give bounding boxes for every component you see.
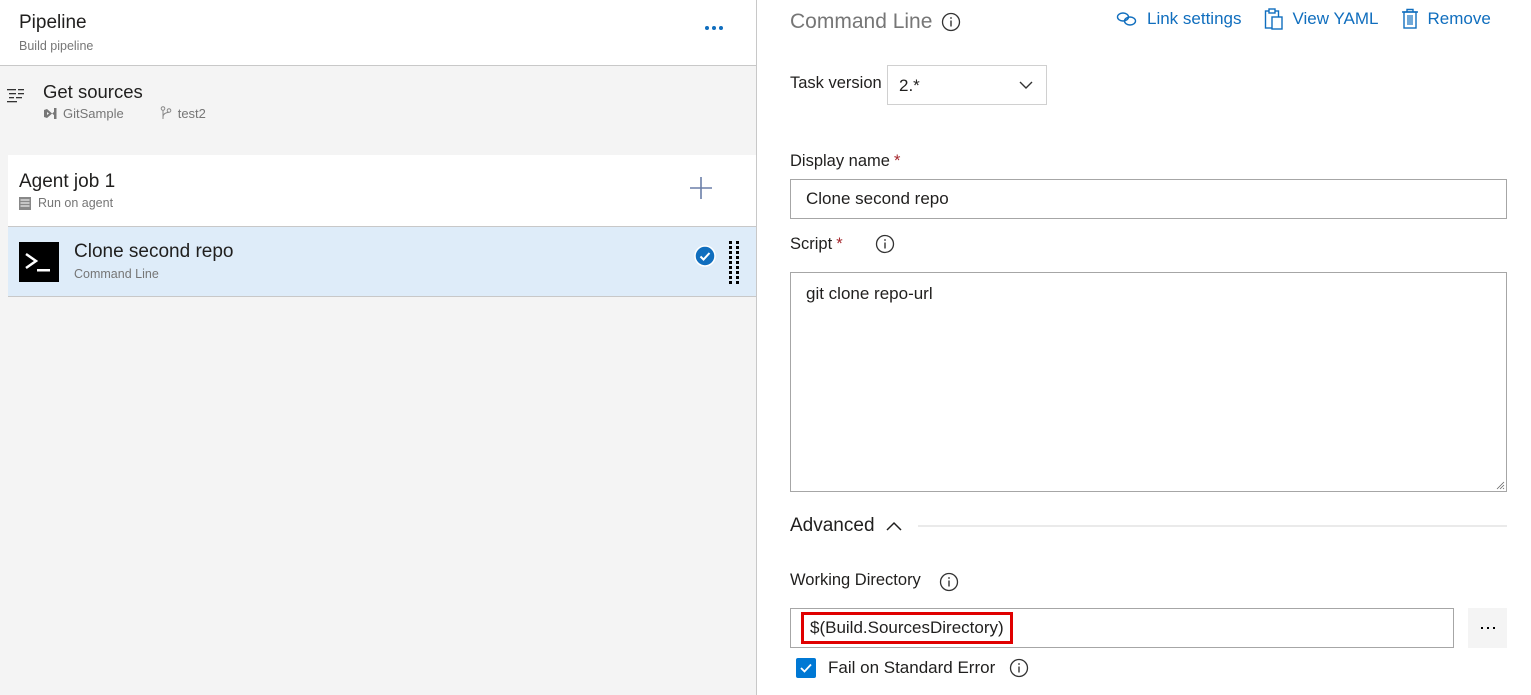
display-name-label-text: Display name	[790, 152, 890, 170]
working-directory-value-highlighted: $(Build.SourcesDirectory)	[801, 612, 1013, 644]
panel-title-text: Command Line	[790, 10, 933, 33]
chevron-up-icon	[885, 521, 902, 531]
display-name-label: Display name *	[790, 152, 900, 171]
link-settings-button[interactable]: Link settings	[1116, 8, 1242, 30]
pipeline-subtitle: Build pipeline	[19, 39, 94, 53]
script-label-text: Script	[790, 234, 833, 253]
pipeline-pane: Pipeline Build pipeline Get sources GitS…	[0, 0, 757, 695]
task-version-label: Task version	[790, 74, 882, 92]
advanced-label: Advanced	[790, 515, 875, 536]
task-item-clone-second-repo[interactable]: Clone second repo Command Line	[8, 226, 756, 297]
script-textarea[interactable]: git clone repo-url	[790, 272, 1507, 492]
script-text: git clone repo-url	[806, 284, 933, 303]
fail-on-stderr-option: Fail on Standard Error	[796, 658, 1029, 678]
drag-handle[interactable]	[729, 241, 741, 284]
info-icon[interactable]	[941, 12, 961, 32]
branch-name: test2	[177, 106, 206, 121]
clipboard-icon	[1264, 8, 1283, 30]
branch-icon	[160, 106, 172, 119]
visual-studio-icon	[44, 108, 57, 119]
sources-list-icon	[7, 89, 24, 103]
chevron-down-icon	[1019, 81, 1033, 89]
more-options-button[interactable]	[700, 14, 728, 42]
link-icon	[1116, 12, 1137, 26]
ellipsis-icon	[705, 26, 709, 30]
fail-on-stderr-checkbox[interactable]	[796, 658, 816, 678]
panel-actions: Link settings View YAML Remove	[1116, 8, 1491, 30]
task-version-value: 2.*	[899, 76, 920, 95]
remove-label: Remove	[1427, 9, 1491, 28]
working-directory-label-text: Working Directory	[790, 570, 921, 589]
browse-button[interactable]	[1468, 608, 1507, 648]
repo-name: GitSample	[63, 106, 124, 121]
link-settings-label: Link settings	[1147, 9, 1242, 28]
panel-title: Command Line	[790, 10, 961, 34]
agent-job-subtitle-text: Run on agent	[38, 196, 114, 210]
pipeline-header: Pipeline Build pipeline	[0, 0, 756, 66]
pipeline-title: Pipeline	[19, 12, 87, 33]
info-icon[interactable]	[939, 572, 959, 592]
get-sources-meta: GitSample test2	[43, 106, 206, 121]
view-yaml-label: View YAML	[1292, 9, 1379, 28]
info-icon[interactable]	[875, 234, 895, 254]
required-mark: *	[836, 234, 843, 253]
resize-handle-icon[interactable]	[1495, 480, 1505, 490]
command-line-icon	[19, 242, 59, 282]
agent-job[interactable]: Agent job 1 Run on agent	[8, 155, 756, 226]
ellipsis-icon	[1480, 627, 1483, 629]
add-task-button[interactable]	[688, 175, 714, 201]
task-settings-pane: Command Line Link settings View YAML Rem…	[758, 0, 1531, 695]
agent-job-title: Agent job 1	[19, 171, 116, 192]
task-version-select[interactable]: 2.*	[887, 65, 1047, 105]
task-subtitle: Command Line	[74, 267, 159, 281]
section-divider	[918, 525, 1507, 527]
working-directory-input[interactable]: $(Build.SourcesDirectory)	[790, 608, 1454, 648]
advanced-section-toggle[interactable]: Advanced	[790, 515, 903, 537]
view-yaml-button[interactable]: View YAML	[1264, 8, 1379, 30]
fail-on-stderr-label: Fail on Standard Error	[828, 658, 996, 677]
required-mark: *	[893, 152, 901, 170]
script-label: Script *	[790, 234, 895, 254]
working-directory-label: Working Directory	[790, 568, 959, 592]
server-icon	[19, 196, 31, 210]
task-title: Clone second repo	[74, 241, 234, 262]
remove-button[interactable]: Remove	[1401, 8, 1491, 30]
get-sources-title[interactable]: Get sources	[43, 81, 143, 103]
info-icon[interactable]	[1009, 658, 1029, 678]
checkmark-icon	[800, 663, 812, 673]
display-name-input[interactable]	[790, 179, 1507, 219]
trash-icon	[1401, 8, 1418, 29]
check-circle-icon	[694, 245, 716, 267]
agent-job-subtitle: Run on agent	[19, 196, 113, 210]
